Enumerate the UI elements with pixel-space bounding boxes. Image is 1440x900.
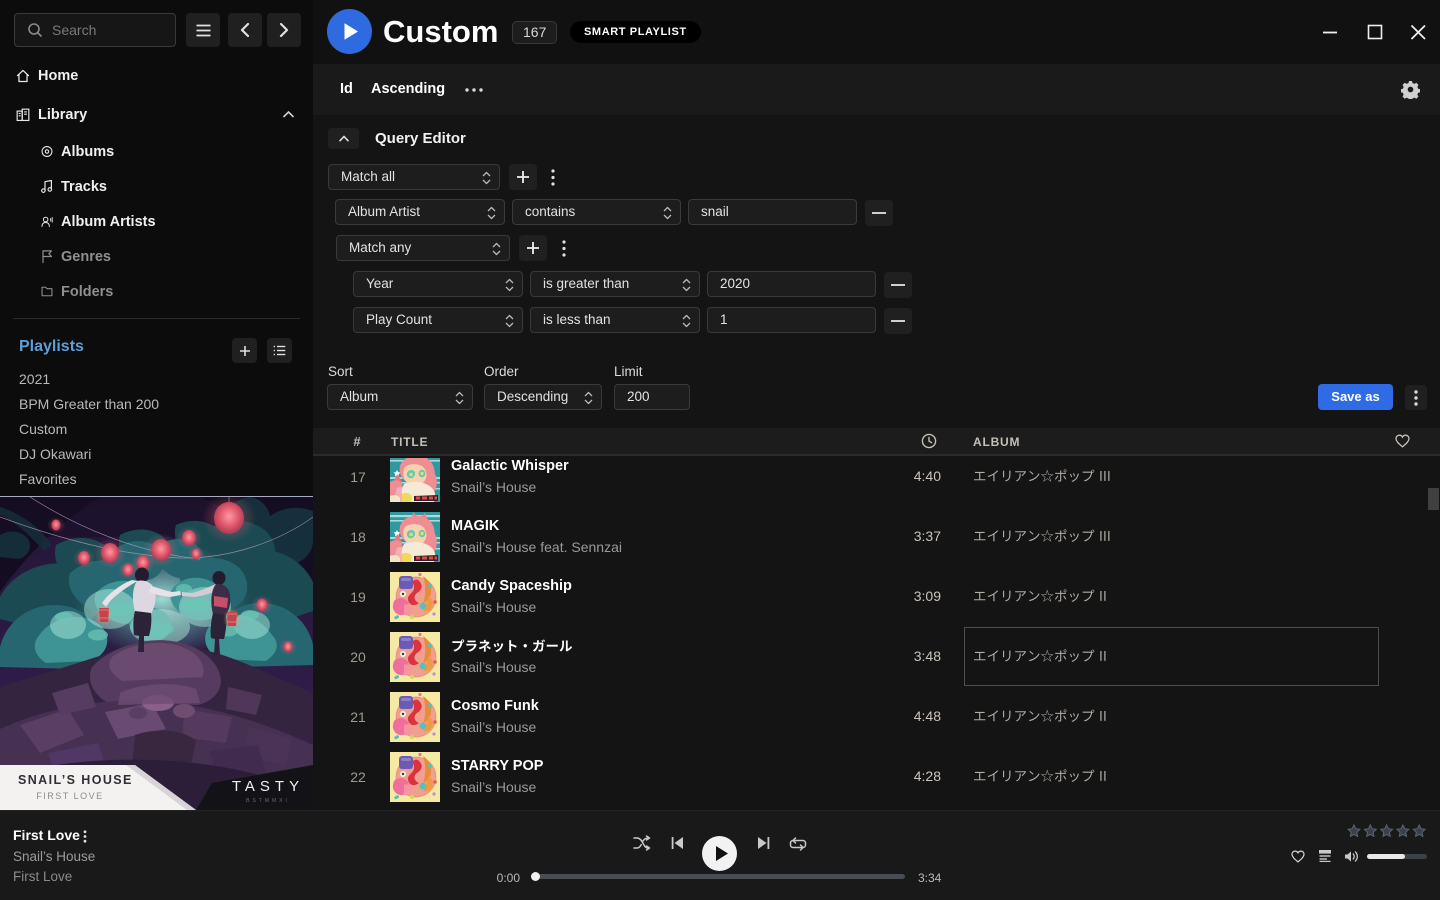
svg-text:SNAIL’S HOUSE: SNAIL’S HOUSE [18,773,133,787]
svg-text:BSTMMXI: BSTMMXI [246,798,290,804]
svg-text:FIRST LOVE: FIRST LOVE [36,791,103,801]
svg-text:TASTY: TASTY [232,778,304,795]
